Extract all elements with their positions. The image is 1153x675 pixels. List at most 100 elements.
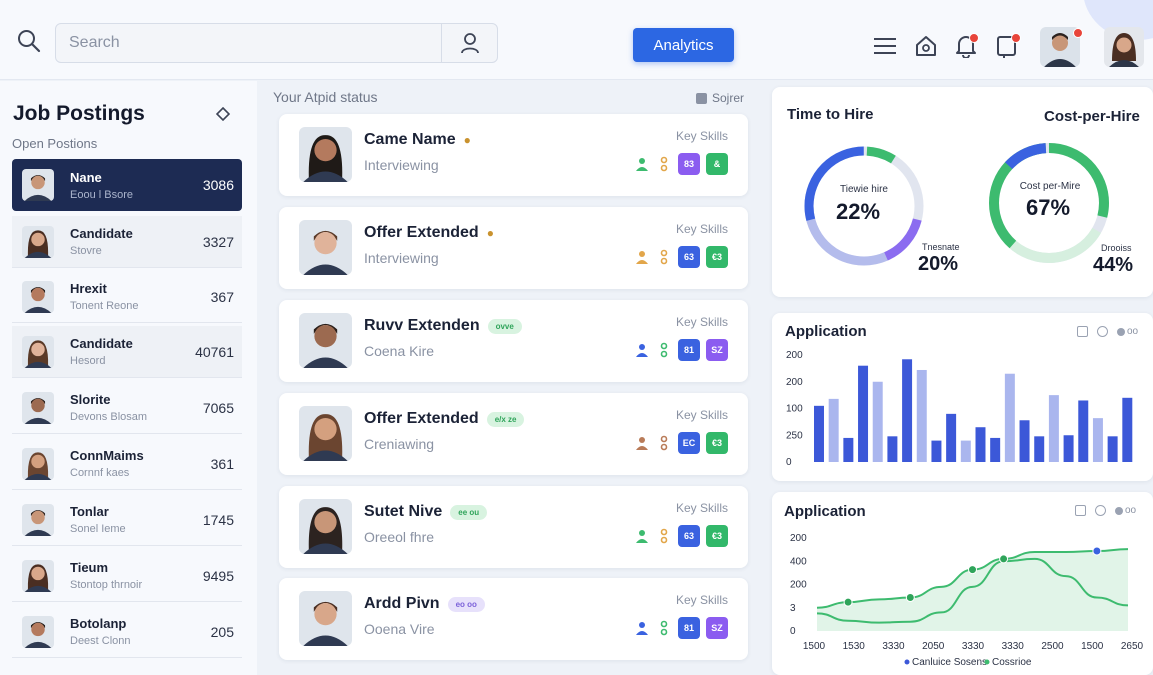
application-bar[interactable]	[916, 369, 927, 462]
export-icon[interactable]	[1075, 505, 1086, 516]
application-bar[interactable]	[1019, 420, 1030, 462]
candidate-avatar	[22, 391, 54, 424]
application-bar[interactable]	[1078, 400, 1089, 462]
job-posting-row[interactable]: Hrexit Tonent Reone 367	[12, 271, 242, 323]
search-icon[interactable]	[16, 28, 42, 54]
job-posting-row[interactable]: Candidate Stovre 3327	[12, 216, 242, 268]
job-posting-row[interactable]: Tonlar Sonel Ieme 1745	[12, 494, 242, 546]
settings-icon[interactable]	[1097, 326, 1108, 337]
application-bar[interactable]	[814, 405, 824, 462]
job-posting-row[interactable]: Tieum Stontop thrnoir 9495	[12, 550, 242, 602]
skill-badge: €3	[706, 432, 728, 454]
application-bar[interactable]	[1107, 436, 1118, 462]
job-row-count: 3086	[202, 177, 234, 193]
candidate-name: Ruvv Extenden ovve	[364, 317, 522, 335]
line-data-point[interactable]	[1092, 546, 1102, 556]
application-bar[interactable]	[931, 440, 942, 462]
job-posting-row[interactable]: ConnMaims Cornnf kaes 361	[12, 438, 242, 490]
candidate-card[interactable]: Sutet Nive ee ou Oreeol fhre Key Skills 6…	[279, 486, 748, 568]
application-bar[interactable]	[828, 398, 839, 462]
line-x-tick: 1500	[803, 641, 826, 652]
notification-badge	[969, 33, 979, 43]
home-icon[interactable]	[914, 34, 938, 58]
line-x-tick: 1500	[1081, 641, 1104, 652]
line-chart-tools[interactable]: oo	[1075, 505, 1136, 516]
search-input[interactable]	[56, 24, 441, 62]
application-bar[interactable]	[960, 440, 971, 462]
job-row-name: Nane	[70, 169, 102, 185]
job-row-name: Botolanp	[70, 616, 127, 631]
top-bar: Analytics	[0, 0, 1153, 80]
key-skills-label: Key Skills	[675, 593, 728, 607]
candidate-avatar	[22, 503, 54, 536]
application-bar[interactable]	[858, 365, 869, 462]
line-data-point[interactable]	[999, 554, 1009, 564]
application-line-panel: Application oo 200 400 200 3 0 1500 1530 3330 20…	[772, 492, 1153, 675]
application-bar[interactable]	[872, 381, 883, 462]
line-y-tick: 200	[790, 580, 807, 591]
application-bar[interactable]	[902, 359, 913, 462]
job-row-name: Tonlar	[70, 504, 109, 519]
job-row-text: Tieum Stontop thrnoir	[70, 560, 203, 591]
application-bar[interactable]	[1034, 436, 1045, 462]
job-row-count: 9495	[202, 567, 234, 584]
application-bar[interactable]	[887, 436, 898, 462]
application-bar[interactable]	[843, 437, 854, 462]
candidate-card[interactable]: Ardd Pivn eo oo Ooena Vire Key Skills 81 S…	[279, 578, 748, 660]
candidate-card[interactable]: Ruvv Extenden ovve Coena Kire Key Skills …	[279, 300, 748, 382]
job-row-text: ConnMaims Cornnf kaes	[70, 448, 211, 479]
settings-icon[interactable]	[1095, 505, 1106, 516]
menu-icon[interactable]	[873, 34, 897, 58]
bar-chart-tools[interactable]: oo	[1077, 326, 1138, 337]
application-bar-panel: Application oo 200 200 100 250 0	[772, 313, 1153, 481]
more-icon[interactable]: oo	[1117, 326, 1138, 337]
job-posting-row[interactable]: Botolanp Deest Clonn 205	[12, 606, 242, 658]
line-data-point[interactable]	[968, 565, 977, 575]
time-to-hire-label: Tiewie hire	[840, 184, 888, 195]
application-bar[interactable]	[990, 437, 1001, 462]
legend-marker	[984, 659, 990, 665]
job-row-text: Hrexit Tonent Reone	[70, 281, 211, 312]
sort-control[interactable]: Sojrer	[696, 91, 744, 105]
job-posting-row[interactable]: Nane Eoou l Bsore 3086	[12, 159, 242, 211]
second-avatar[interactable]	[1104, 27, 1144, 67]
candidate-avatar	[22, 225, 54, 258]
application-bar[interactable]	[1092, 418, 1103, 462]
candidate-photo	[299, 220, 352, 275]
job-row-count: 205	[210, 623, 234, 640]
line-area-fill	[817, 549, 1128, 631]
skill-badge: 63	[678, 525, 700, 547]
legend-label: Cossrioe	[992, 657, 1032, 668]
candidate-avatar	[22, 335, 54, 368]
legend-label: Canluice Sosens	[912, 657, 987, 668]
time-to-hire-title: Time to Hire	[787, 106, 874, 123]
application-bar[interactable]	[946, 413, 957, 462]
candidate-card[interactable]: Offer Extended ● Interviewing Key Skills …	[279, 207, 748, 289]
cost-per-hire-label: Cost per-Mire	[1019, 181, 1081, 192]
candidate-status: Ooena Vire	[364, 621, 435, 637]
export-icon[interactable]	[1077, 326, 1088, 337]
application-bar[interactable]	[1004, 373, 1015, 462]
line-data-point[interactable]	[843, 597, 853, 607]
application-bar[interactable]	[1048, 395, 1059, 462]
job-posting-row[interactable]: Candidate Hesord 40761	[12, 326, 242, 378]
connection-icon	[660, 342, 668, 358]
job-row-subtitle: Cornnf kaes	[70, 467, 130, 479]
user-icon[interactable]	[441, 24, 498, 62]
job-row-subtitle: Tonent Reone	[70, 300, 139, 312]
candidate-name: Offer Extended e/x ze	[364, 410, 525, 428]
skill-badge: 81	[678, 617, 700, 639]
candidate-card[interactable]: Came Name ● Interviewing Key Skills 83 &	[279, 114, 748, 196]
diamond-icon[interactable]	[215, 106, 231, 122]
search-field	[55, 23, 498, 63]
application-bar[interactable]	[1122, 397, 1133, 462]
job-posting-row[interactable]: Slorite Devons Blosam 7065	[12, 382, 242, 434]
analytics-button[interactable]: Analytics	[633, 28, 734, 62]
more-icon[interactable]: oo	[1115, 505, 1136, 516]
coin-icon: ●	[486, 226, 494, 240]
application-bar[interactable]	[975, 427, 986, 462]
line-data-point[interactable]	[905, 593, 915, 603]
candidate-card[interactable]: Offer Extended e/x ze Creniawing Key Skil…	[279, 393, 748, 475]
application-bar[interactable]	[1063, 435, 1074, 462]
key-skills-label: Key Skills	[675, 222, 728, 236]
